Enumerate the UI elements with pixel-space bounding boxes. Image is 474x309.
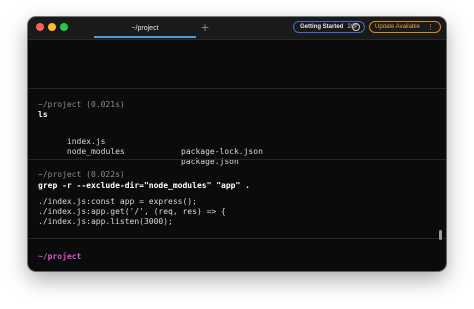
- block-command: grep -r --exclude-dir="node_modules" "ap…: [38, 181, 250, 190]
- terminal-window: ~/project + Getting Started 2/5 ? Update…: [28, 17, 446, 271]
- help-icon: ?: [352, 23, 360, 31]
- more-menu-icon[interactable]: ⋮: [427, 23, 434, 31]
- new-tab-plus-icon[interactable]: +: [199, 20, 211, 34]
- output-line: ./index.js:app.listen(3000);: [38, 217, 173, 226]
- block-divider: [28, 159, 446, 160]
- current-prompt[interactable]: ~/project: [38, 252, 81, 262]
- getting-started-label: Getting Started: [300, 24, 344, 30]
- maximize-window-button[interactable]: [60, 23, 68, 31]
- output-file: node_modules: [66, 147, 125, 156]
- output-line: ./index.js:const app = express();: [38, 197, 197, 206]
- getting-started-button[interactable]: Getting Started 2/5 ?: [293, 21, 365, 33]
- close-window-button[interactable]: [36, 23, 44, 31]
- block-prompt: ~/project (0.022s): [38, 170, 125, 179]
- output-line: ./index.js:app.get('/', (req, res) => {: [38, 207, 226, 216]
- terminal-output[interactable]: ~/project (0.021s) ls index.js package-l…: [28, 40, 446, 271]
- update-available-label: Update Available: [375, 24, 420, 30]
- block-divider: [28, 88, 446, 89]
- output-file: package-lock.json: [181, 147, 263, 156]
- active-tab-indicator: [94, 36, 196, 38]
- block-divider: [28, 238, 446, 239]
- block-prompt: ~/project (0.021s): [38, 100, 125, 109]
- title-bar: ~/project + Getting Started 2/5 ? Update…: [28, 17, 446, 40]
- minimize-window-button[interactable]: [48, 23, 56, 31]
- block-command: ls: [38, 110, 48, 119]
- update-available-button[interactable]: Update Available ⋮: [369, 21, 441, 33]
- tab-title: ~/project: [131, 24, 159, 32]
- scrollbar-thumb[interactable]: [439, 230, 442, 240]
